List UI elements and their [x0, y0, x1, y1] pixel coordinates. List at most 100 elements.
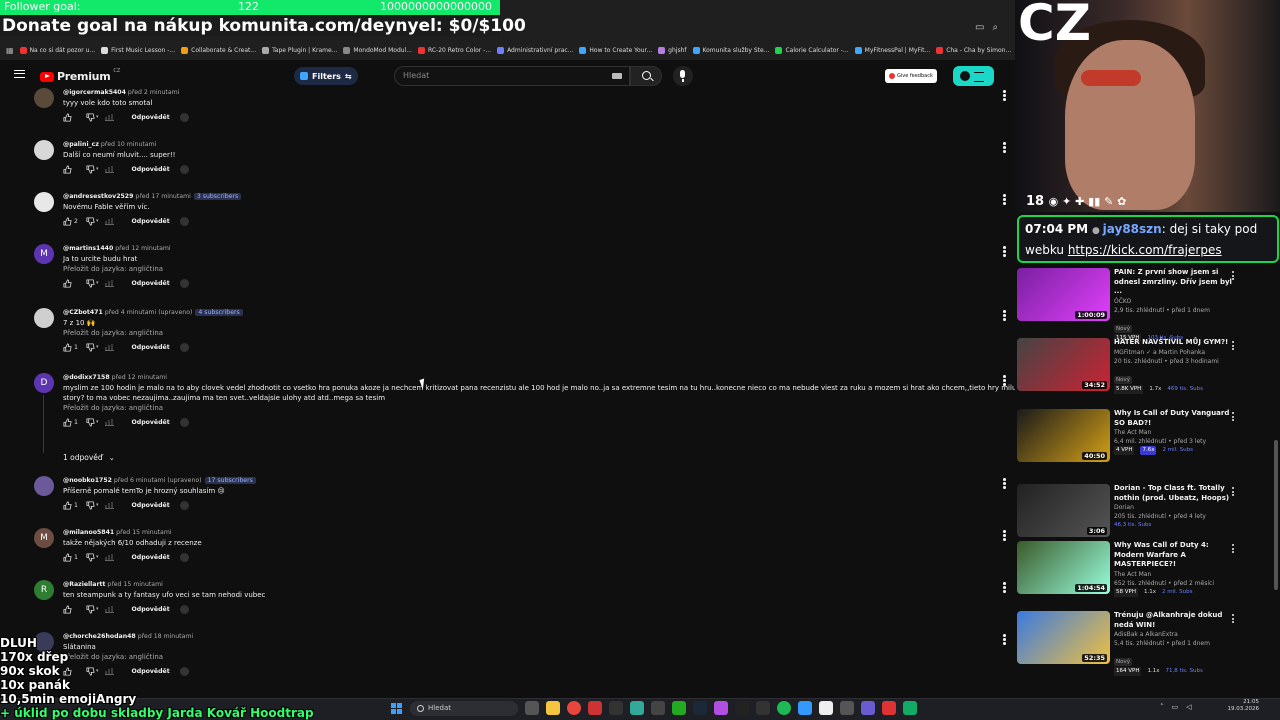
app-icon[interactable]	[882, 701, 896, 715]
thumbs-up-icon[interactable]	[63, 552, 72, 562]
comment-author[interactable]: @milanoo5841	[63, 529, 114, 536]
avatar[interactable]	[34, 476, 54, 496]
video-channel[interactable]: The Act Man	[1114, 570, 1238, 579]
more-options-icon[interactable]	[1003, 90, 1006, 101]
bookmark-item[interactable]: MondoMod Modul...	[343, 46, 412, 54]
comment-time[interactable]: před 12 minutami	[115, 245, 170, 252]
translate-link[interactable]: Přeložit do jazyka: angličtina	[63, 403, 1003, 413]
volume-icon[interactable]: ◁	[1186, 703, 1191, 711]
video-channel[interactable]: AdisBak a AlkanExtra	[1114, 630, 1238, 639]
thumbs-down-icon[interactable]	[86, 500, 95, 510]
more-options-icon[interactable]	[1003, 530, 1006, 541]
thumbs-up-icon[interactable]	[63, 604, 72, 614]
scrollbar[interactable]	[1274, 440, 1278, 590]
app-icon[interactable]	[609, 701, 623, 715]
reply-button[interactable]: Odpovědět	[132, 606, 170, 613]
replies-toggle[interactable]: 1 odpověď ⌄	[63, 453, 115, 462]
thumbs-up-icon[interactable]	[63, 216, 72, 226]
avatar[interactable]	[34, 308, 54, 328]
reply-button[interactable]: Odpovědět	[132, 554, 170, 561]
obs-icon[interactable]	[714, 701, 728, 715]
dropdown-icon[interactable]: ▾	[96, 344, 99, 350]
more-options-icon[interactable]	[1003, 310, 1006, 321]
app-icon[interactable]	[588, 701, 602, 715]
video-thumbnail[interactable]: 3:06	[1017, 484, 1110, 537]
dropdown-icon[interactable]: ▾	[96, 166, 99, 172]
reaction-icon[interactable]	[179, 216, 189, 226]
app-icon[interactable]	[630, 701, 644, 715]
video-title[interactable]: Why Was Call of Duty 4: Modern Warfare A…	[1114, 541, 1238, 570]
video-thumbnail[interactable]: 1:04:54	[1017, 541, 1110, 594]
stats-icon[interactable]	[104, 501, 114, 509]
stats-icon[interactable]	[104, 279, 114, 287]
more-options-icon[interactable]	[1003, 582, 1006, 593]
zoom-icon[interactable]: ⌕	[992, 22, 998, 33]
app-icon[interactable]	[819, 701, 833, 715]
comment-time[interactable]: před 4 minutami (upraveno)	[105, 309, 193, 316]
steam-icon[interactable]	[693, 701, 707, 715]
thumbs-down-icon[interactable]	[86, 604, 95, 614]
extension-button[interactable]	[953, 66, 994, 86]
reaction-icon[interactable]	[179, 417, 189, 427]
reaction-icon[interactable]	[179, 112, 189, 122]
video-item[interactable]: 52:35 Trénuju @Alkanhraje dokud nedá WIN!…	[1017, 611, 1267, 676]
thumbs-up-icon[interactable]	[63, 500, 72, 510]
microphone-icon[interactable]	[673, 66, 693, 86]
translate-link[interactable]: Přeložit do jazyka: angličtina	[63, 328, 1003, 338]
comment-time[interactable]: před 15 minutami	[116, 529, 171, 536]
xbox-icon[interactable]	[672, 701, 686, 715]
avatar[interactable]	[34, 88, 54, 108]
video-title[interactable]: Trénuju @Alkanhraje dokud nedá WIN!	[1114, 611, 1238, 630]
app-icon[interactable]	[798, 701, 812, 715]
comment-author[interactable]: @dodixx7158	[63, 374, 110, 381]
stats-icon[interactable]	[104, 343, 114, 351]
dropdown-icon[interactable]: ▾	[96, 502, 99, 508]
video-channel[interactable]: The Act Man	[1114, 428, 1238, 437]
dropdown-icon[interactable]: ▾	[96, 419, 99, 425]
thumbs-down-icon[interactable]	[86, 164, 95, 174]
avatar[interactable]: R	[34, 580, 54, 600]
reply-button[interactable]: Odpovědět	[132, 166, 170, 173]
bookmark-item[interactable]: Cha - Cha by Simon...	[936, 46, 1011, 54]
comment-time[interactable]: před 10 minutami	[101, 141, 156, 148]
explorer-icon[interactable]	[546, 701, 560, 715]
app-icon[interactable]	[903, 701, 917, 715]
cast-icon[interactable]: ▭	[975, 22, 984, 33]
video-thumbnail[interactable]: 34:52	[1017, 338, 1110, 391]
stats-icon[interactable]	[104, 553, 114, 561]
more-options-icon[interactable]	[1003, 478, 1006, 489]
video-title[interactable]: PAIN: Z první show jsem si odnesl zmrzli…	[1114, 268, 1238, 297]
video-title[interactable]: HATER NAVŠTÍVIL MŮJ GYM?!	[1114, 338, 1238, 348]
reply-button[interactable]: Odpovědět	[132, 218, 170, 225]
avatar[interactable]	[34, 192, 54, 212]
dropdown-icon[interactable]: ▾	[96, 554, 99, 560]
reply-button[interactable]: Odpovědět	[132, 502, 170, 509]
thumbs-down-icon[interactable]	[86, 278, 95, 288]
bookmark-item[interactable]: Calorie Calculator -...	[775, 46, 849, 54]
thumbs-down-icon[interactable]	[86, 552, 95, 562]
bookmark-item[interactable]: Komunita služby Ste...	[692, 46, 769, 54]
video-thumbnail[interactable]: 40:50	[1017, 409, 1110, 462]
give-feedback-button[interactable]: Give feedback	[885, 69, 937, 83]
more-options-icon[interactable]	[1232, 487, 1235, 498]
app-icon[interactable]	[861, 701, 875, 715]
more-options-icon[interactable]	[1003, 634, 1006, 645]
app-icon[interactable]	[735, 701, 749, 715]
app-icon[interactable]	[651, 701, 665, 715]
video-item[interactable]: 1:04:54 Why Was Call of Duty 4: Modern Wa…	[1017, 541, 1267, 603]
comment-author[interactable]: @andresestkov2529	[63, 193, 133, 200]
taskbar-clock[interactable]: 21:05 19.03.2026	[1217, 699, 1260, 713]
comment-author[interactable]: @igorcermak5404	[63, 89, 126, 96]
comment-time[interactable]: před 17 minutami	[135, 193, 190, 200]
bookmark-item[interactable]: Tape Plugin | Krame...	[262, 46, 337, 54]
more-options-icon[interactable]	[1232, 412, 1235, 423]
thumbs-down-icon[interactable]	[86, 342, 95, 352]
reply-button[interactable]: Odpovědět	[132, 280, 170, 287]
avatar[interactable]	[34, 140, 54, 160]
thumbs-up-icon[interactable]	[63, 278, 72, 288]
comment-time[interactable]: před 12 minutami	[112, 374, 167, 381]
video-title[interactable]: Why Is Call of Duty Vanguard SO BAD?!	[1114, 409, 1238, 428]
reaction-icon[interactable]	[179, 278, 189, 288]
dropdown-icon[interactable]: ▾	[96, 114, 99, 120]
reaction-icon[interactable]	[179, 164, 189, 174]
